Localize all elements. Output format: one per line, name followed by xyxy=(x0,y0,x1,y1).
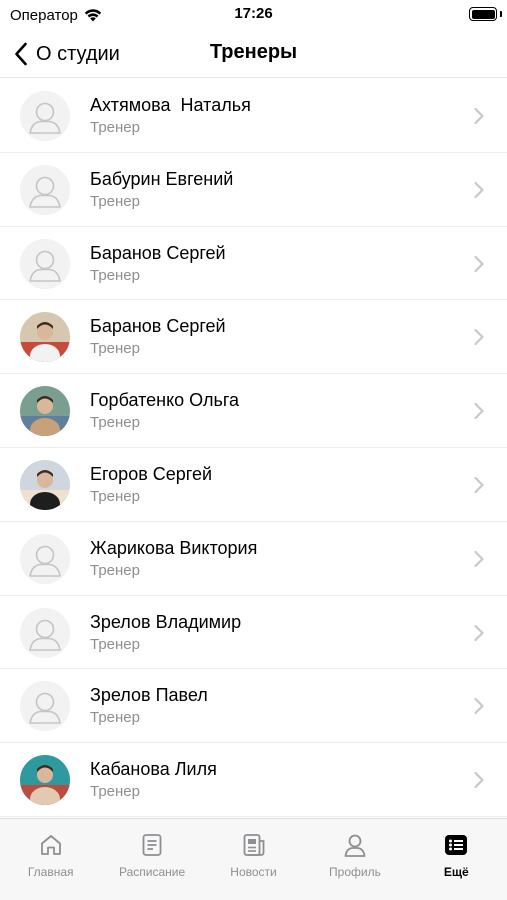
trainer-row[interactable]: Зрелов Павел Тренер xyxy=(0,669,507,744)
trainer-row[interactable]: Бабурин Евгений Тренер xyxy=(0,153,507,227)
chevron-right-icon xyxy=(474,624,484,641)
trainer-name: Баранов Сергей xyxy=(90,316,226,337)
tab-label: Ещё xyxy=(443,865,469,879)
trainer-row[interactable]: Горбатенко Ольга Тренер xyxy=(0,374,507,448)
trainer-role: Тренер xyxy=(90,119,140,136)
more-list-icon xyxy=(442,831,470,859)
tab-label: Профиль xyxy=(329,865,381,879)
tab-label: Расписание xyxy=(119,865,186,879)
profile-icon xyxy=(341,831,369,859)
trainer-row[interactable]: Жарикова Виктория Тренер xyxy=(0,522,507,596)
tab-more-list[interactable]: Ещё xyxy=(406,819,507,900)
trainer-role: Тренер xyxy=(90,783,140,801)
trainer-row[interactable]: Баранов Сергей Тренер xyxy=(0,300,507,375)
avatar-placeholder-icon xyxy=(20,238,70,289)
chevron-right-icon xyxy=(474,329,484,346)
trainer-photo xyxy=(20,459,70,510)
avatar-placeholder-icon xyxy=(20,607,70,658)
avatar-placeholder-icon xyxy=(20,681,70,732)
schedule-icon xyxy=(138,831,166,859)
trainer-name: Зрелов Владимир xyxy=(90,611,242,632)
trainer-text: Егоров Сергей Тренер xyxy=(90,463,212,507)
tab-home[interactable]: Главная xyxy=(0,819,101,900)
trainer-row[interactable]: Кабанова Лиля Тренер xyxy=(0,743,507,817)
trainer-photo xyxy=(20,755,70,806)
trainer-photo xyxy=(20,386,70,437)
tab-news[interactable]: Новости xyxy=(203,819,304,900)
trainer-name: Горбатенко Ольга xyxy=(90,390,240,411)
trainer-text: Жарикова Виктория Тренер xyxy=(90,537,257,581)
trainer-text: Зрелов Владимир Тренер xyxy=(90,611,241,655)
trainer-role: Тренер xyxy=(90,266,140,284)
news-icon xyxy=(240,831,268,859)
avatar-placeholder-icon xyxy=(20,91,70,141)
chevron-right-icon xyxy=(474,772,484,789)
trainer-role: Тренер xyxy=(90,414,140,432)
tab-label: Главная xyxy=(27,865,74,879)
tab-label: Новости xyxy=(230,865,277,879)
trainer-role: Тренер xyxy=(90,709,140,727)
trainer-row[interactable]: Ахтямова Наталья Тренер xyxy=(0,79,507,153)
trainer-text: Бабурин Евгений Тренер xyxy=(90,168,233,212)
chevron-right-icon xyxy=(474,255,484,272)
trainer-role: Тренер xyxy=(90,340,140,358)
avatar-placeholder-icon xyxy=(20,164,70,215)
trainer-photo xyxy=(20,312,70,363)
trainer-text: Горбатенко Ольга Тренер xyxy=(90,389,239,433)
trainer-role: Тренер xyxy=(90,192,140,210)
tab-schedule[interactable]: Расписание xyxy=(101,819,202,900)
trainer-name: Ахтямова Наталья xyxy=(90,95,251,115)
home-icon xyxy=(37,831,65,859)
chevron-left-icon xyxy=(15,42,27,66)
trainer-list: Ахтямова Наталья Тренер Бабурин Евгений Тре… xyxy=(0,79,507,818)
trainer-role: Тренер xyxy=(90,487,140,505)
trainer-text: Кабанова Лиля Тренер xyxy=(90,758,217,802)
tab-profile[interactable]: Профиль xyxy=(304,819,405,900)
trainer-row[interactable]: Егоров Сергей Тренер xyxy=(0,448,507,522)
back-label: О студии xyxy=(36,42,120,65)
chevron-right-icon xyxy=(474,476,484,494)
trainer-text: Ахтямова Наталья Тренер xyxy=(90,94,251,138)
battery-tip xyxy=(500,11,502,17)
chevron-right-icon xyxy=(474,181,484,198)
trainer-name: Бабурин Евгений xyxy=(90,168,234,189)
trainer-row[interactable]: Баранов Сергей Тренер xyxy=(0,227,507,301)
trainer-text: Баранов Сергей Тренер xyxy=(90,315,226,359)
battery-icon xyxy=(469,7,497,21)
trainer-row[interactable]: Зрелов Владимир Тренер xyxy=(0,596,507,670)
trainer-name: Зрелов Павел xyxy=(90,685,208,706)
trainer-role: Тренер xyxy=(90,561,140,579)
chevron-right-icon xyxy=(474,107,484,125)
avatar-placeholder-icon xyxy=(20,533,70,584)
trainer-text: Зрелов Павел Тренер xyxy=(90,684,208,728)
chevron-right-icon xyxy=(474,698,484,715)
chevron-right-icon xyxy=(474,403,484,420)
trainer-name: Егоров Сергей xyxy=(90,463,213,484)
navigation-bar: О студии Тренеры xyxy=(0,30,507,78)
trainer-text: Баранов Сергей Тренер xyxy=(90,242,226,286)
trainer-name: Баранов Сергей xyxy=(90,242,226,263)
back-button[interactable]: О студии xyxy=(14,38,120,70)
status-time: 17:26 xyxy=(234,5,273,22)
chevron-right-icon xyxy=(474,550,484,567)
trainer-role: Тренер xyxy=(90,635,140,653)
tab-bar: Главная Расписание Новости Профиль Ещё xyxy=(0,818,507,900)
trainer-name: Жарикова Виктория xyxy=(90,537,258,558)
status-bar: Оператор 17:26 xyxy=(0,0,507,30)
trainer-name: Кабанова Лиля xyxy=(90,759,217,780)
